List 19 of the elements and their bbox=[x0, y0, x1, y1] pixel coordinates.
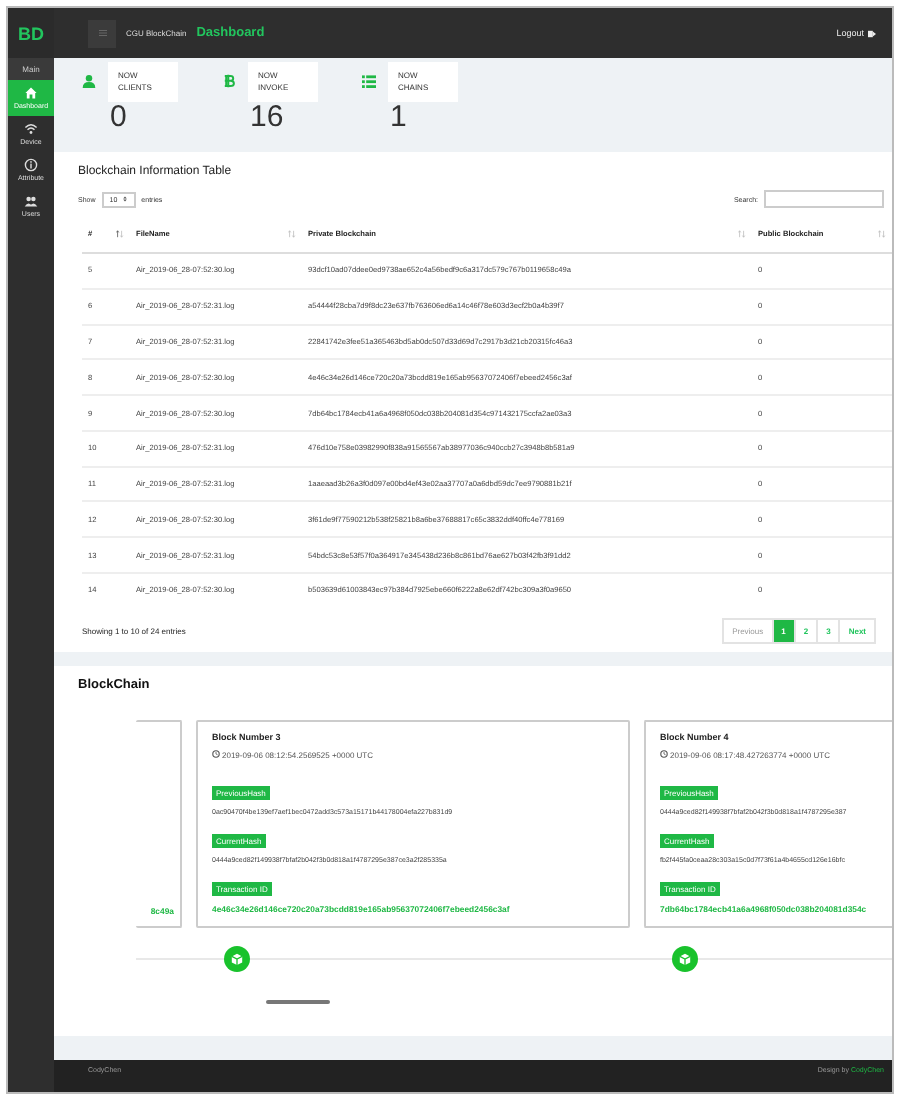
list-icon bbox=[362, 74, 376, 89]
users-icon bbox=[24, 194, 38, 208]
info-icon bbox=[24, 158, 38, 172]
wifi-icon bbox=[24, 122, 38, 136]
menu-button[interactable] bbox=[88, 19, 116, 47]
clock-icon bbox=[212, 750, 220, 759]
search-field[interactable] bbox=[764, 190, 884, 208]
stat-value: 1 bbox=[388, 101, 409, 132]
clock-icon bbox=[660, 750, 668, 759]
scrollbar-thumb[interactable] bbox=[266, 999, 330, 1004]
stat-value: 0 bbox=[108, 101, 129, 132]
cube-icon bbox=[224, 945, 250, 972]
user-icon bbox=[82, 74, 96, 89]
stat-value: 16 bbox=[248, 101, 286, 132]
home-icon bbox=[24, 86, 38, 100]
logout-icon bbox=[868, 29, 876, 37]
sort-caret-icon bbox=[121, 195, 128, 201]
bitcoin-icon bbox=[222, 74, 236, 89]
cube-icon bbox=[672, 945, 698, 972]
